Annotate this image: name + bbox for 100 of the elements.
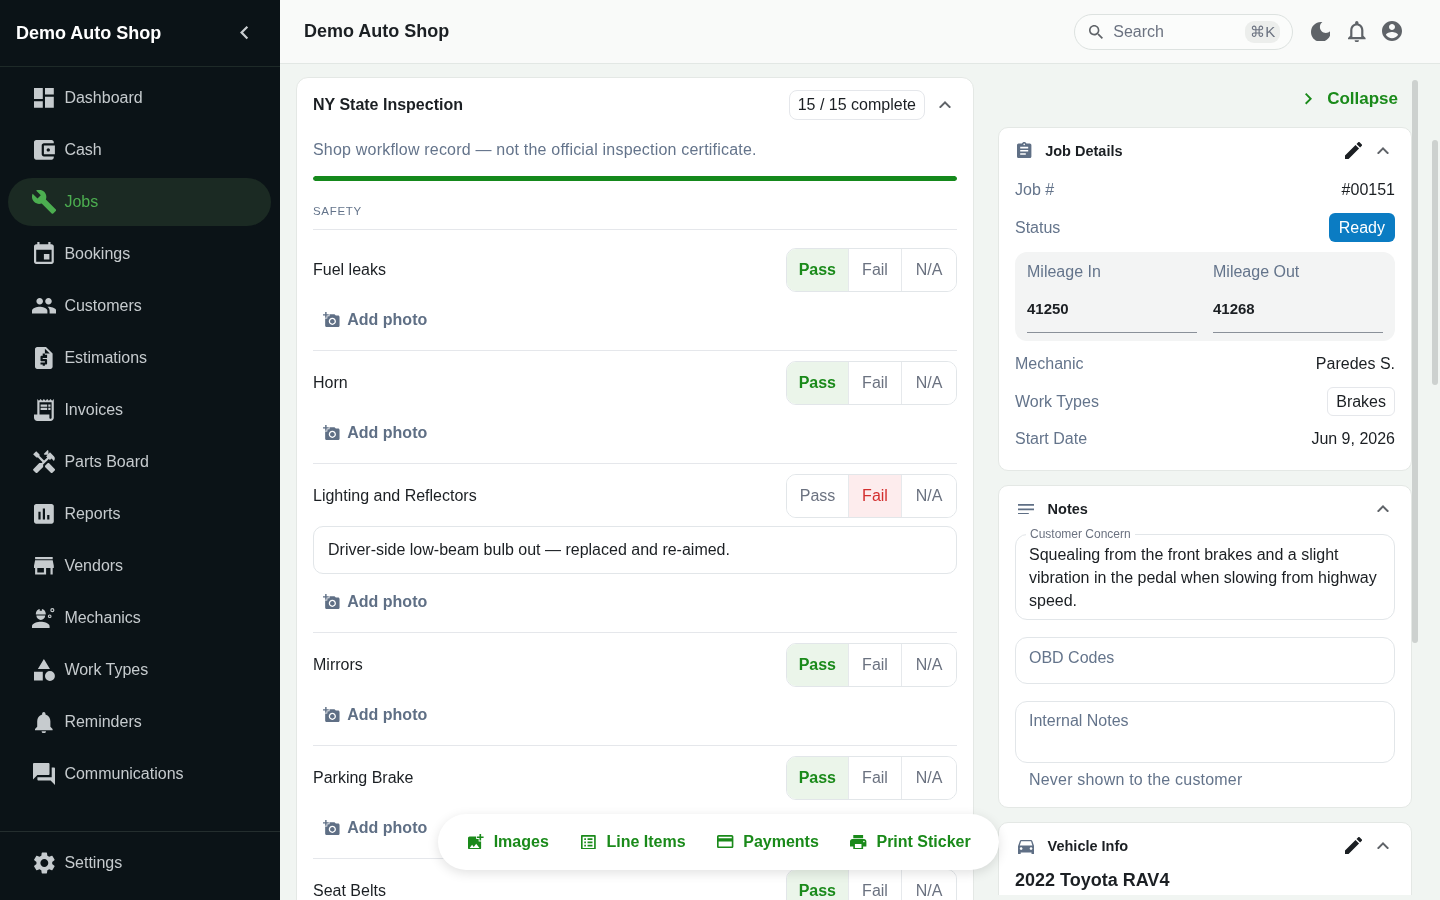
dashboard-icon [34,88,55,108]
camera-plus-icon [323,594,340,610]
receipt-icon [34,399,55,421]
checklist-item-label: Lighting and Reflectors [313,487,477,505]
field-label: Job # [1015,181,1055,199]
toggle-option[interactable]: N/A [901,475,956,517]
collapse-panel-link[interactable]: Collapse [1296,87,1398,111]
field-value: Squealing from the front brakes and a slight vibration in the pedal when slowing from highway speed. [1029,545,1378,611]
toggle-option[interactable]: Pass [786,249,848,291]
toggle-option[interactable]: N/A [901,644,956,686]
add-photo-button[interactable]: Add photo [313,417,438,449]
notes-field[interactable]: Internal Notes [1015,701,1395,763]
work-type-chip: Brakes [1327,387,1395,416]
field-label: Status [1015,218,1061,237]
nav-item[interactable]: Invoices [8,386,271,434]
note-field[interactable]: Driver-side low-beam bulb out — replaced and re-aimed. [313,526,957,574]
field-label: Work Types [1015,392,1099,411]
chevron-up-icon [1377,147,1389,155]
card-title: NY State Inspection [313,96,464,114]
printer-icon [850,834,867,850]
nav-item[interactable]: Reminders [8,698,271,746]
toggle-option[interactable]: N/A [901,757,956,799]
nav-item[interactable]: Customers [8,282,271,330]
pencil-icon [1345,142,1363,160]
toggle-option[interactable]: Pass [786,644,848,686]
add-photo-button[interactable]: Add photo [313,699,438,731]
field-value: Jun 9, 2026 [1311,430,1395,448]
calendar-icon [34,241,55,264]
menu-button[interactable]: Line Items [578,832,686,852]
add-photo-button[interactable]: Add photo [313,304,438,336]
text-field[interactable]: Mileage In 41250 [1027,252,1197,333]
field-label: Customer Concern [1026,527,1135,541]
nav-item[interactable]: Reports [8,490,271,538]
nav-item[interactable]: Jobs [8,178,271,226]
scrollbar[interactable] [1432,140,1438,385]
nav-item[interactable]: Settings [8,839,271,887]
nav-item[interactable]: Dashboard [8,74,271,122]
progress-chip: 15 / 15 complete [788,90,925,120]
menu-button[interactable]: Images [466,832,549,852]
vehicle-name: 2022 Toyota RAV4 [1015,869,1171,891]
field-label: Start Date [1015,430,1088,448]
menu-button[interactable]: Print Sticker [848,832,971,852]
checklist-item-label: Seat Belts [313,882,386,900]
toggle-option[interactable]: N/A [901,870,956,900]
toggle-option[interactable]: Pass [786,870,848,900]
menu-button[interactable]: Payments [715,832,819,852]
toggle-option[interactable]: Pass [786,362,848,404]
moon-icon [1310,21,1331,42]
nav-item[interactable]: Vendors [8,542,271,590]
worker-icon [32,607,55,628]
field-label: Mileage Out [1213,262,1301,282]
nav-item[interactable]: Work Types [8,646,271,694]
scrollbar[interactable] [1412,80,1418,643]
camera-plus-icon [323,820,340,836]
disclaimer-text: Shop workflow record — not the official inspection certificate. [313,140,758,160]
text-field[interactable]: OBD Codes [1015,637,1395,684]
camera-plus-icon [323,707,340,723]
camera-plus-icon [323,425,340,441]
status-badge: Ready [1328,213,1395,242]
field-label: Mechanic [1015,355,1084,373]
card-title: Vehicle Info [1047,838,1130,854]
chevron-left-icon [240,26,249,40]
checklist-item-label: Parking Brake [313,769,414,787]
search-icon [1088,24,1103,39]
field-value: 41250 [1027,299,1070,319]
page-title: Demo Auto Shop [304,21,450,42]
tools-icon [33,449,56,474]
chevron-up-icon [1377,505,1389,513]
toggle-option[interactable]: Pass [786,757,848,799]
wallet-icon [34,140,56,160]
clipboard-icon [1017,142,1032,159]
nav-item[interactable]: Estimations [8,334,271,382]
camera-plus-icon [323,312,340,328]
add-photo-button[interactable]: Add photo [313,586,438,618]
pencil-icon [1345,837,1363,855]
account-icon [1382,21,1402,42]
nav-item[interactable]: Parts Board [8,438,271,486]
nav-item[interactable]: Cash [8,126,271,174]
chevron-up-icon [939,101,951,109]
credit-card-icon [717,835,734,849]
nav-item[interactable]: Mechanics [8,594,271,642]
list-icon [581,834,596,850]
bell-icon [35,711,53,733]
nav-item[interactable]: Communications [8,750,271,798]
add-photo-button[interactable]: Add photo [313,812,438,844]
chat-icon [33,763,56,785]
lines-icon [1017,503,1034,515]
toggle-option[interactable]: N/A [901,362,956,404]
toggle-option[interactable]: Fail [848,475,901,517]
nav-item[interactable]: Bookings [8,230,271,278]
bar-chart-icon [34,504,55,524]
field-value: Paredes S. [1315,355,1395,373]
image-plus-icon [468,833,485,850]
toggle-option[interactable]: N/A [901,249,956,291]
account-button[interactable] [1380,19,1404,44]
checklist-item-label: Horn [313,374,348,392]
chevron-up-icon [1377,842,1389,850]
text-field[interactable]: Mileage Out 41268 [1213,252,1383,333]
field-value: 41268 [1213,299,1256,319]
helper-text: Never shown to the customer [1028,771,1244,789]
